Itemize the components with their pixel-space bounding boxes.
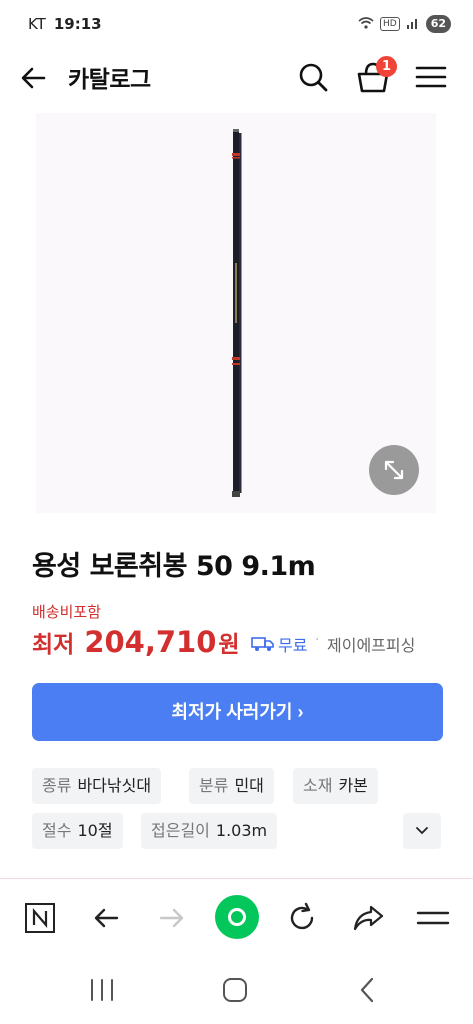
- expand-specs-button[interactable]: [403, 813, 441, 849]
- system-back-button[interactable]: [350, 974, 386, 1006]
- page-title: 카탈로그: [68, 67, 151, 93]
- price-unit: 원: [218, 632, 240, 658]
- recent-apps-button[interactable]: [84, 974, 120, 1006]
- back-arrow-icon: [94, 908, 119, 928]
- system-nav-bar: [0, 956, 473, 1024]
- share-icon: [353, 905, 384, 931]
- cart-button[interactable]: 1: [354, 56, 397, 96]
- browser-toolbar: [0, 880, 473, 956]
- naver-n-button[interactable]: [20, 898, 60, 938]
- refresh-button[interactable]: [282, 898, 322, 938]
- green-home-button[interactable]: [215, 895, 259, 939]
- refresh-icon: [290, 902, 314, 930]
- forward-arrow-icon: [159, 908, 184, 928]
- spec-key: 절수: [42, 821, 72, 840]
- expand-icon: [384, 460, 404, 480]
- free-shipping: 무료: [251, 632, 307, 656]
- back-icon: [360, 977, 374, 1003]
- spec-key: 분류: [199, 776, 229, 795]
- spec-chip: 접은길이 1.03m: [141, 813, 278, 849]
- share-button[interactable]: [348, 898, 388, 938]
- menu-icon: [415, 66, 447, 88]
- wifi-icon: [358, 16, 374, 32]
- naver-n-icon: [25, 903, 55, 933]
- spec-chip: 분류 민대: [189, 768, 274, 804]
- spec-key: 소재: [303, 776, 333, 795]
- spec-chip: 종류 바다낚싯대: [32, 768, 162, 804]
- search-button[interactable]: [296, 60, 330, 94]
- price-label: 최저: [32, 632, 75, 658]
- search-icon: [299, 63, 328, 92]
- divider: [0, 878, 473, 879]
- battery-indicator: 62: [425, 15, 451, 33]
- back-button[interactable]: [18, 62, 50, 94]
- spec-value: 10절: [77, 821, 113, 840]
- carrier-label: KT: [28, 15, 46, 33]
- app-header: 카탈로그 1: [0, 50, 473, 104]
- recent-apps-icon: [91, 979, 113, 1001]
- product-image[interactable]: [36, 113, 436, 513]
- spec-key: 접은길이: [151, 821, 210, 840]
- spec-value: 민대: [234, 776, 264, 795]
- product-title: 용성 보론취봉 50 9.1m: [32, 551, 316, 582]
- menu-button[interactable]: [414, 62, 448, 92]
- spec-chip: 절수 10절: [32, 813, 123, 849]
- cart-count-badge: 1: [376, 56, 397, 77]
- signal-icon: [406, 17, 420, 32]
- spec-key: 종류: [42, 776, 72, 795]
- buy-lowest-price-button[interactable]: 최저가 사러가기 ›: [32, 683, 443, 741]
- green-home-icon: [228, 908, 246, 926]
- free-shipping-label: 무료: [278, 636, 308, 655]
- home-button[interactable]: [217, 974, 253, 1006]
- spec-value: 카본: [338, 776, 368, 795]
- spec-chip: 소재 카본: [293, 768, 378, 804]
- spec-value: 바다낚싯대: [77, 776, 152, 795]
- truck-icon: [251, 637, 274, 651]
- hd-badge: HD: [379, 17, 400, 31]
- status-bar: KT 19:13 HD 62: [0, 0, 473, 48]
- home-icon: [223, 978, 247, 1002]
- back-arrow-icon: [21, 67, 46, 89]
- spec-value: 1.03m: [215, 821, 268, 840]
- status-time: 19:13: [53, 15, 102, 33]
- browser-back-button[interactable]: [86, 898, 126, 938]
- menu-icon: [416, 911, 450, 925]
- browser-menu-button[interactable]: [413, 898, 453, 938]
- shipping-included-label: 배송비포함: [32, 603, 102, 621]
- price-value: 204,710: [84, 625, 217, 659]
- chevron-down-icon: [416, 827, 428, 835]
- price-row: 최저 204,710 원: [32, 625, 240, 659]
- browser-forward-button[interactable]: [152, 898, 192, 938]
- seller-name[interactable]: 제이에프피싱: [327, 632, 415, 656]
- expand-image-button[interactable]: [369, 445, 419, 495]
- separator-dot: ·: [315, 632, 320, 648]
